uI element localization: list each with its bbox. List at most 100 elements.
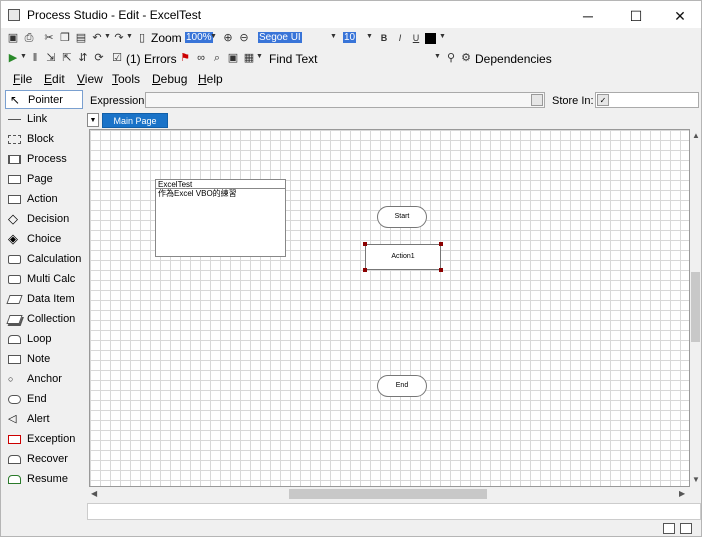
find-text-dropdown-icon[interactable]: ▼ <box>434 53 441 60</box>
run-dropdown-icon[interactable]: ▼ <box>20 53 27 60</box>
panel-toggle-icon[interactable] <box>663 523 675 534</box>
end-stage[interactable]: End <box>377 375 427 397</box>
scroll-down-icon[interactable]: ▼ <box>692 475 700 484</box>
page-icon[interactable]: ▯ <box>136 32 148 44</box>
tool-end[interactable]: End <box>5 390 83 409</box>
font-color-dropdown-icon[interactable]: ▼ <box>439 33 446 40</box>
store-in-label: Store In: <box>552 95 594 107</box>
tool-recover[interactable]: Recover <box>5 450 83 469</box>
binoculars-icon[interactable]: ⚲ <box>445 52 457 64</box>
tabs-dropdown-icon[interactable]: ▼ <box>87 113 99 127</box>
minimize-button[interactable]: ─ <box>565 1 611 31</box>
vertical-scroll-thumb[interactable] <box>691 272 700 342</box>
link-icon[interactable]: ∞ <box>195 52 207 64</box>
tool-data-item[interactable]: Data Item <box>5 290 83 309</box>
errors-button[interactable]: (1) Errors <box>126 52 177 66</box>
zoom-out-icon[interactable]: ⊖ <box>238 32 250 44</box>
grid-dropdown-icon[interactable]: ▼ <box>256 53 263 60</box>
zoom-in-icon[interactable]: ⊕ <box>222 32 234 44</box>
selection-handle[interactable] <box>439 242 443 246</box>
tool-pointer[interactable]: ↖ Pointer <box>5 90 83 109</box>
undo-icon[interactable]: ↶ <box>91 32 103 44</box>
store-in-input[interactable] <box>595 92 699 108</box>
menu-edit[interactable]: Edit <box>44 72 65 86</box>
validate-icon[interactable]: ☑ <box>111 52 123 64</box>
undo-dropdown-icon[interactable]: ▼ <box>104 33 111 40</box>
cut-icon[interactable]: ✂ <box>43 32 55 44</box>
font-color-swatch[interactable] <box>425 33 436 44</box>
close-button[interactable]: ✕ <box>657 1 702 31</box>
menu-view[interactable]: View <box>77 72 103 86</box>
font-size-dropdown-icon[interactable]: ▼ <box>366 33 373 40</box>
tool-decision[interactable]: ◇ Decision <box>5 210 83 229</box>
tool-block[interactable]: Block <box>5 130 83 149</box>
menu-tools[interactable]: Tools <box>112 72 140 86</box>
tool-page[interactable]: Page <box>5 170 83 189</box>
horizontal-scrollbar[interactable]: ◀ ▶ <box>89 487 690 501</box>
find-icon[interactable]: ⌕ <box>211 52 223 64</box>
font-name-select[interactable]: Segoe UI <box>256 31 336 46</box>
tool-anchor[interactable]: ○ Anchor <box>5 370 83 389</box>
selection-handle[interactable] <box>439 268 443 272</box>
panel-pin-icon[interactable] <box>680 523 692 534</box>
action-icon <box>8 195 21 204</box>
diamond-icon: ◇ <box>8 211 18 226</box>
menu-debug[interactable]: Debug <box>152 72 187 86</box>
vertical-scrollbar[interactable]: ▲ ▼ <box>690 129 701 487</box>
underline-button[interactable]: U <box>410 32 422 44</box>
reset-icon[interactable]: ⟳ <box>93 52 105 64</box>
tool-process[interactable]: Process <box>5 150 83 169</box>
selection-handle[interactable] <box>363 242 367 246</box>
tool-alert[interactable]: ◁ Alert <box>5 410 83 429</box>
bold-button[interactable]: B <box>378 32 390 44</box>
selection-handle[interactable] <box>363 268 367 272</box>
redo-dropdown-icon[interactable]: ▼ <box>126 33 133 40</box>
exception-icon <box>8 435 21 444</box>
horizontal-scroll-thumb[interactable] <box>289 489 487 499</box>
tool-calculation[interactable]: Calculation <box>5 250 83 269</box>
scroll-up-icon[interactable]: ▲ <box>692 131 700 140</box>
action-stage[interactable]: Action1 <box>365 244 441 270</box>
italic-button[interactable]: I <box>394 32 406 44</box>
tool-exception[interactable]: Exception <box>5 430 83 449</box>
format-toolbar: ▣ ⎙ ✂ ❐ ▤ ↶ ▼ ↷ ▼ ▯ Zoom 100% ▼ ⊕ ⊖ Sego… <box>1 28 701 50</box>
tool-multi-calc[interactable]: Multi Calc <box>5 270 83 289</box>
tool-collection[interactable]: Collection <box>5 310 83 329</box>
tool-choice[interactable]: ◈ Choice <box>5 230 83 249</box>
pause-icon[interactable]: ‖ <box>29 52 41 64</box>
dependencies-button[interactable]: Dependencies <box>475 52 552 66</box>
zoom-dropdown-icon[interactable]: ▼ <box>210 33 217 40</box>
print-icon[interactable]: ⎙ <box>23 32 35 44</box>
font-name-dropdown-icon[interactable]: ▼ <box>330 33 337 40</box>
tool-link[interactable]: Link <box>5 110 83 129</box>
tab-main-page[interactable]: Main Page <box>102 113 168 128</box>
tool-note[interactable]: Note <box>5 350 83 369</box>
step-icon[interactable]: ⇲ <box>45 52 57 64</box>
menu-help[interactable]: Help <box>198 72 223 86</box>
menu-file[interactable]: File <box>13 72 32 86</box>
link-icon <box>8 119 21 120</box>
tool-loop[interactable]: Loop <box>5 330 83 349</box>
start-stage[interactable]: Start <box>377 206 427 228</box>
redo-icon[interactable]: ↷ <box>113 32 125 44</box>
collection-icon <box>6 315 23 324</box>
find-text-input[interactable] <box>315 51 441 66</box>
step-over-icon[interactable]: ⇱ <box>61 52 73 64</box>
note-stage[interactable]: ExcelTest 作為Excel VBO的練習 <box>155 179 286 257</box>
grid-icon[interactable]: ▦ <box>243 52 255 64</box>
tool-action[interactable]: Action <box>5 190 83 209</box>
dependencies-icon[interactable]: ⚙ <box>460 52 472 64</box>
maximize-button[interactable]: ☐ <box>613 1 659 31</box>
image-icon[interactable]: ▣ <box>227 52 239 64</box>
copy-icon[interactable]: ❐ <box>59 32 71 44</box>
paste-icon[interactable]: ▤ <box>75 32 87 44</box>
save-icon[interactable]: ▣ <box>7 32 19 44</box>
breakpoint-flag-icon[interactable]: ⚑ <box>179 52 191 64</box>
expression-input[interactable] <box>145 92 545 108</box>
expression-builder-icon[interactable] <box>531 94 543 106</box>
scroll-left-icon[interactable]: ◀ <box>91 489 97 498</box>
run-icon[interactable]: ▶ <box>7 52 19 64</box>
step-out-icon[interactable]: ⇵ <box>77 52 89 64</box>
scroll-right-icon[interactable]: ▶ <box>679 489 685 498</box>
tool-resume[interactable]: Resume <box>5 470 83 489</box>
